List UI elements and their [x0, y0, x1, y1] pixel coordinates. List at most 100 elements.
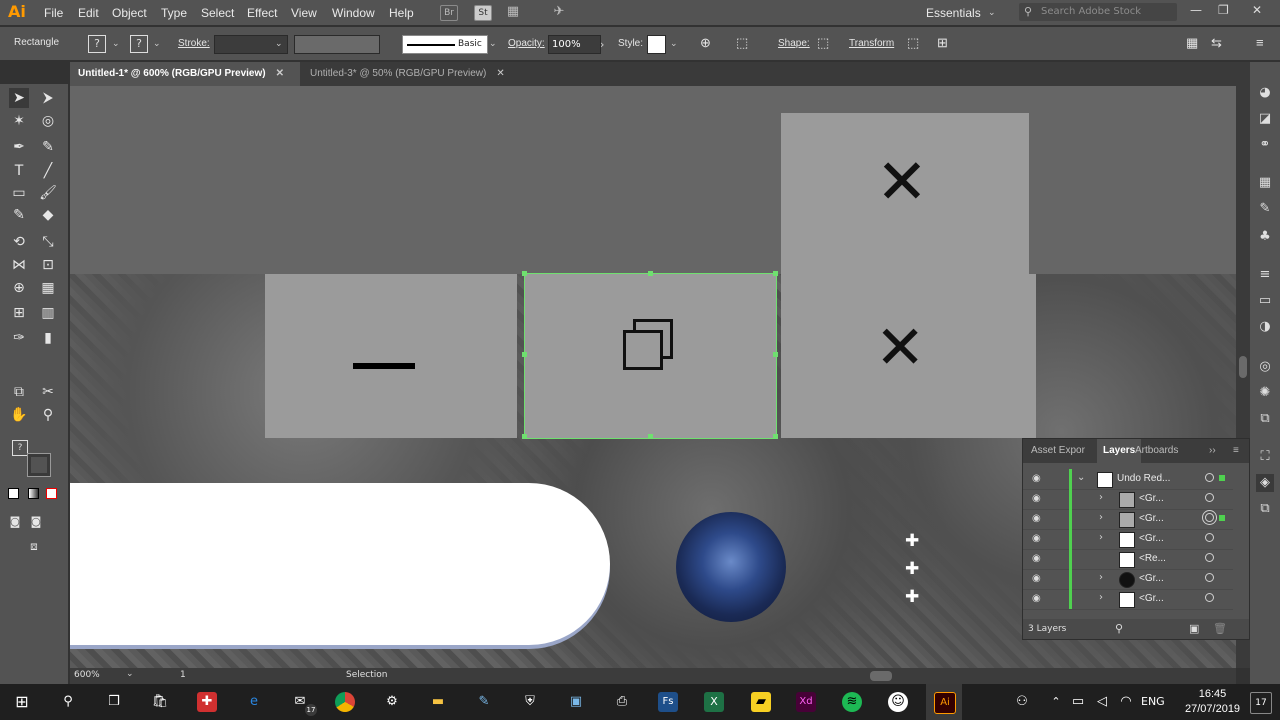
magic-wand-tool-icon[interactable]: ✶: [9, 111, 29, 131]
layer-row[interactable]: ◉ › <Gr...: [1023, 489, 1233, 510]
brushes-panel-icon[interactable]: ✎: [1256, 200, 1274, 218]
target-circle-icon[interactable]: [1205, 553, 1214, 562]
show-hidden-icons[interactable]: ⌃: [1046, 692, 1066, 712]
slice-tool-icon[interactable]: ✂: [38, 382, 58, 402]
fill-color-swatch[interactable]: ?: [12, 440, 28, 456]
twirl-right-icon[interactable]: ›: [1099, 572, 1103, 583]
bridge-icon[interactable]: Br: [440, 5, 458, 21]
menu-object[interactable]: Object: [112, 6, 147, 20]
excel-icon[interactable]: X: [704, 692, 724, 712]
graphic-styles-icon[interactable]: ✺: [1256, 384, 1274, 402]
color-mode-icon[interactable]: [8, 488, 19, 499]
tab-artboards[interactable]: Artboards: [1135, 445, 1178, 456]
smiley-app-icon[interactable]: ☺: [888, 692, 908, 712]
transform-label[interactable]: Transform: [849, 38, 894, 49]
tab-untitled-3[interactable]: Untitled-3* @ 50% (RGB/GPU Preview) ✕: [302, 62, 530, 86]
stroke-color-swatch[interactable]: [27, 453, 51, 477]
artboards-panel-icon[interactable]: ⧉: [1256, 500, 1274, 518]
selection-handle[interactable]: [773, 434, 778, 439]
isolate-object-icon[interactable]: ⊞: [937, 35, 948, 51]
panel-expand-icon[interactable]: ››: [1209, 445, 1216, 456]
direct-selection-tool-icon[interactable]: ⮞: [38, 88, 58, 108]
image-trace-icon[interactable]: ⧉: [1256, 410, 1274, 428]
status-mode[interactable]: Selection: [346, 670, 387, 680]
close-button-artwork-top[interactable]: ✕: [781, 113, 1029, 274]
zoom-tool-icon[interactable]: ⚲: [38, 405, 58, 425]
zoom-level[interactable]: 600%: [74, 670, 100, 680]
arrange-panel-icon[interactable]: ▦: [1186, 35, 1198, 51]
target-circle-icon[interactable]: [1205, 593, 1214, 602]
fill-dropdown-icon[interactable]: ⌄: [112, 39, 120, 49]
minimize-window-button[interactable]: —: [1190, 3, 1202, 17]
close-window-button[interactable]: ✕: [1252, 3, 1262, 17]
opacity-input[interactable]: 100%: [548, 35, 601, 54]
remote-desktop-icon[interactable]: ▣: [566, 692, 586, 712]
menu-effect[interactable]: Effect: [247, 6, 277, 20]
target-circle-icon[interactable]: [1205, 493, 1214, 502]
close-button-artwork-pixelated[interactable]: ✕: [781, 274, 1036, 438]
rotate-tool-icon[interactable]: ⟲: [9, 232, 29, 252]
fs-app-icon[interactable]: Fs: [658, 692, 678, 712]
close-tab-icon[interactable]: ✕: [276, 68, 284, 79]
visibility-eye-icon[interactable]: ◉: [1032, 553, 1041, 564]
battery-icon[interactable]: ▭: [1068, 692, 1088, 712]
chevron-down-icon[interactable]: ⌄: [988, 8, 996, 18]
eraser-tool-icon[interactable]: ◆: [38, 205, 58, 225]
stroke-panel-icon[interactable]: ≡: [1256, 266, 1274, 284]
curvature-tool-icon[interactable]: ✎: [38, 137, 58, 157]
white-pill-shape[interactable]: [70, 483, 610, 645]
stock-icon[interactable]: St: [474, 5, 492, 21]
shape-builder-tool-icon[interactable]: ⊕: [9, 278, 29, 298]
menu-help[interactable]: Help: [389, 6, 414, 20]
artboard-tool-icon[interactable]: ⧉: [9, 382, 29, 402]
sticky-notes-icon[interactable]: ▰: [751, 692, 771, 712]
volume-icon[interactable]: ◁: [1092, 692, 1112, 712]
opacity-arrow-icon[interactable]: ›: [600, 38, 604, 51]
people-icon[interactable]: ⚇: [1012, 692, 1032, 712]
twirl-right-icon[interactable]: ›: [1099, 492, 1103, 503]
symbols-panel-icon[interactable]: ♣: [1256, 228, 1274, 246]
task-view-icon[interactable]: ❒: [104, 692, 124, 712]
layer-row[interactable]: ◉ › <Gr...: [1023, 529, 1233, 550]
blue-orb-image[interactable]: [676, 512, 786, 622]
mesh-tool-icon[interactable]: ⊞: [9, 303, 29, 323]
restore-window-button[interactable]: ❐: [1218, 3, 1229, 17]
target-circle-icon[interactable]: [1205, 533, 1214, 542]
file-explorer-icon[interactable]: ▬: [428, 692, 448, 712]
layer-row[interactable]: ◉ <Re...: [1023, 549, 1233, 570]
panel-menu-icon[interactable]: ≡: [1233, 445, 1239, 456]
selection-handle[interactable]: [648, 271, 653, 276]
search-icon[interactable]: ⚲: [58, 692, 78, 712]
draw-mode-icon[interactable]: ◙: [5, 512, 25, 532]
eyedropper-tool-icon[interactable]: ✑: [9, 328, 29, 348]
layer-row[interactable]: ◉ › <Gr...: [1023, 509, 1233, 530]
selection-handle[interactable]: [773, 352, 778, 357]
notification-center-icon[interactable]: 17: [1250, 692, 1272, 714]
selection-handle[interactable]: [773, 271, 778, 276]
layer-name[interactable]: Undo Red...: [1117, 473, 1170, 484]
shape-label[interactable]: Shape:: [778, 38, 810, 49]
system-clock[interactable]: 16:45 27/07/2019: [1185, 687, 1240, 717]
selection-handle[interactable]: [522, 271, 527, 276]
tab-asset-export[interactable]: Asset Expor: [1031, 445, 1085, 456]
recolor-artwork-icon[interactable]: ⊕: [700, 35, 711, 51]
free-transform-tool-icon[interactable]: ⊡: [38, 255, 58, 275]
type-tool-icon[interactable]: T: [9, 161, 29, 181]
locate-object-icon[interactable]: ⚲: [1115, 622, 1123, 635]
none-mode-icon[interactable]: [46, 488, 57, 499]
layer-name[interactable]: <Gr...: [1139, 513, 1164, 524]
edge-browser-icon[interactable]: e: [244, 692, 264, 712]
layer-name[interactable]: <Gr...: [1139, 493, 1164, 504]
pen-tool-icon[interactable]: ✒: [9, 137, 29, 157]
selection-handle[interactable]: [648, 434, 653, 439]
close-tab-icon[interactable]: ✕: [496, 68, 504, 79]
illustrator-icon[interactable]: Ai: [934, 692, 956, 714]
delete-layer-icon[interactable]: 🗑: [1213, 622, 1227, 635]
visibility-eye-icon[interactable]: ◉: [1032, 473, 1041, 484]
twirl-right-icon[interactable]: ›: [1099, 532, 1103, 543]
target-circle-icon[interactable]: [1205, 473, 1214, 482]
target-circle-icon[interactable]: [1205, 573, 1214, 582]
gpu-performance-icon[interactable]: ✈: [551, 5, 567, 19]
graphic-style-swatch[interactable]: [647, 35, 666, 54]
rectangle-tool-icon[interactable]: ▭: [9, 183, 29, 203]
